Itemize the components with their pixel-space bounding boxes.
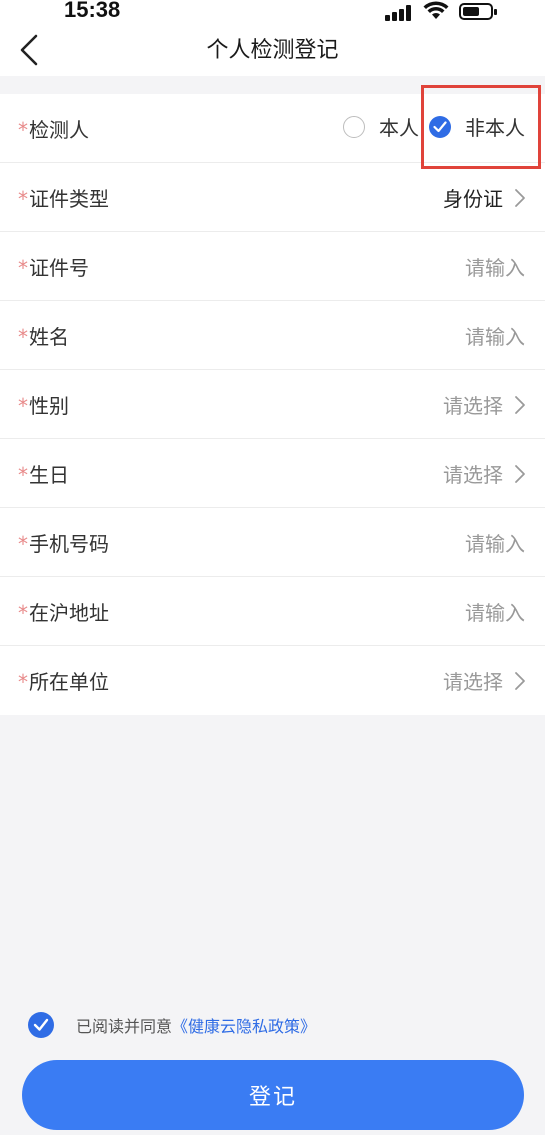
chevron-right-icon: [515, 188, 525, 207]
required-mark: *: [18, 670, 28, 694]
row-label: *证件类型: [18, 183, 109, 212]
signal-icon: [385, 5, 413, 21]
form-row[interactable]: *手机号码 请输入: [0, 508, 545, 577]
field-placeholder: 请输入: [465, 601, 525, 625]
row-label-text: 证件类型: [29, 187, 109, 211]
row-label: *生日: [18, 459, 69, 488]
select-field[interactable]: 身份证: [443, 183, 527, 212]
agree-checkbox[interactable]: [28, 1012, 54, 1038]
row-label-text: 手机号码: [29, 532, 109, 556]
row-label-text: 在沪地址: [29, 601, 109, 625]
page-title: 个人检测登记: [206, 38, 339, 63]
chevron-right-icon: [515, 464, 525, 483]
text-input[interactable]: 请输入: [465, 528, 525, 557]
wifi-icon: [423, 1, 449, 19]
required-mark: *: [18, 256, 28, 280]
row-label-text: 性别: [29, 394, 69, 418]
text-input[interactable]: 请输入: [465, 321, 525, 350]
field-placeholder: 请输入: [465, 325, 525, 349]
row-label-text: 证件号: [29, 256, 89, 280]
select-field[interactable]: 请选择: [443, 666, 527, 695]
form-row[interactable]: *生日 请选择: [0, 439, 545, 508]
row-label-text: 生日: [29, 463, 69, 487]
form-rows: *证件类型 身份证 *证件号 请输入 *姓名 请输入 *性别 请选择 *生日 请选择 *手机号码 请输…: [0, 163, 545, 715]
privacy-policy-link[interactable]: 《健康云隐私政策》: [172, 1013, 316, 1037]
field-placeholder: 请选择: [443, 394, 503, 418]
form-row[interactable]: *证件类型 身份证: [0, 163, 545, 232]
row-label: *检测人: [18, 114, 89, 143]
field-value: 身份证: [443, 187, 503, 211]
row-label: *所在单位: [18, 666, 109, 695]
required-mark: *: [18, 394, 28, 418]
required-mark: *: [18, 532, 28, 556]
required-mark: *: [18, 463, 28, 487]
form-row[interactable]: *性别 请选择: [0, 370, 545, 439]
field-placeholder: 请输入: [465, 532, 525, 556]
row-label: *证件号: [18, 252, 89, 281]
radio-unchecked-icon: [343, 115, 365, 138]
select-field[interactable]: 请选择: [443, 390, 527, 419]
text-input[interactable]: 请输入: [465, 597, 525, 626]
check-icon: [33, 1018, 49, 1031]
row-label: *性别: [18, 390, 69, 419]
required-mark: *: [18, 325, 28, 349]
field-placeholder: 请选择: [443, 670, 503, 694]
agreement-text: 已阅读并同意: [76, 1017, 173, 1036]
text-input[interactable]: 请输入: [465, 252, 525, 281]
radio-checked-icon: [429, 115, 451, 138]
register-button[interactable]: 登记: [22, 1060, 524, 1130]
form-row-tester: *检测人 本人 非本人: [0, 94, 545, 163]
nav-bar: 个人检测登记: [0, 24, 545, 76]
row-label: *手机号码: [18, 528, 109, 557]
field-placeholder: 请选择: [443, 463, 503, 487]
chevron-right-icon: [515, 395, 525, 414]
form-row[interactable]: *姓名 请输入: [0, 301, 545, 370]
registration-form: *检测人 本人 非本人 *证件类型 身份证 *证件号 请输入 *姓名 请输入 *性别 请选择 *…: [0, 94, 545, 715]
row-label: *在沪地址: [18, 597, 109, 626]
row-label-text: 所在单位: [29, 670, 109, 694]
check-icon: [433, 120, 447, 132]
status-icons: [385, 1, 505, 21]
tester-label: 检测人: [29, 118, 89, 142]
row-label: *姓名: [18, 321, 69, 350]
agreement-row: 已阅读并同意 《健康云隐私政策》: [28, 1012, 316, 1038]
radio-not-self[interactable]: 非本人: [429, 112, 525, 141]
chevron-right-icon: [515, 671, 525, 690]
select-field[interactable]: 请选择: [443, 459, 527, 488]
form-row[interactable]: *证件号 请输入: [0, 232, 545, 301]
required-mark: *: [18, 601, 28, 625]
battery-icon: [459, 3, 497, 20]
field-placeholder: 请输入: [465, 256, 525, 280]
radio-self[interactable]: 本人: [343, 112, 419, 141]
radio-self-label: 本人: [379, 116, 419, 140]
form-row[interactable]: *所在单位 请选择: [0, 646, 545, 715]
status-bar: 15:38: [0, 0, 545, 24]
tester-radio-group: 本人 非本人: [343, 112, 525, 141]
form-row[interactable]: *在沪地址 请输入: [0, 577, 545, 646]
required-mark: *: [18, 187, 28, 211]
row-label-text: 姓名: [29, 325, 69, 349]
status-time: 15:38: [64, 0, 121, 22]
radio-not-self-label: 非本人: [465, 116, 525, 140]
required-mark: *: [18, 118, 28, 142]
